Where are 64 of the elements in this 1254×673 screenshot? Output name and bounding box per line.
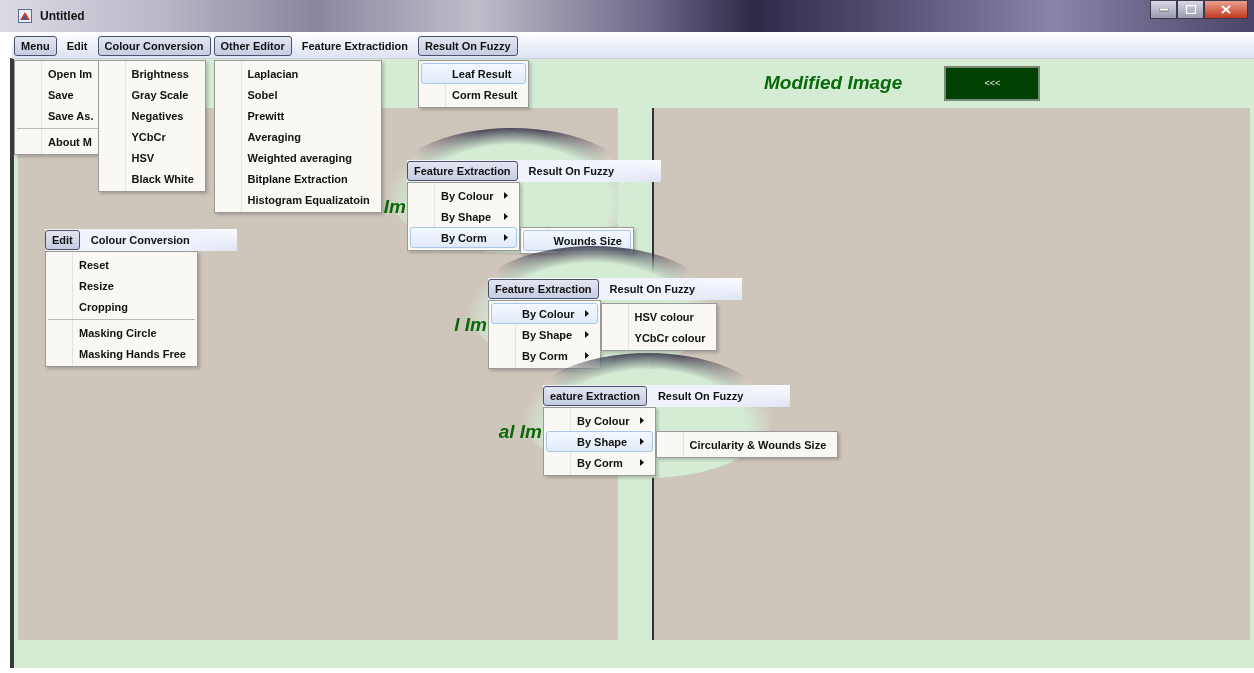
maximize-button[interactable]	[1177, 0, 1204, 19]
modified-image-label: Modified Image	[764, 72, 903, 94]
menu-item[interactable]: Result On Fuzzy	[418, 36, 518, 56]
menu-option[interactable]: Leaf Result	[421, 63, 527, 84]
menu-option[interactable]: YCbCr	[100, 126, 203, 147]
window-title: Untitled	[40, 9, 85, 23]
image-label: l Im	[454, 314, 487, 336]
menu-option[interactable]: HSV	[100, 147, 203, 168]
menu-option[interactable]: By Colour	[410, 185, 517, 206]
menu-option[interactable]: Corm Result	[421, 84, 527, 105]
menu-item[interactable]: Edit	[59, 36, 95, 56]
menu-option[interactable]: Masking Hands Free	[48, 343, 195, 364]
menu-option[interactable]: By Shape	[546, 431, 653, 452]
menu-option[interactable]: Wounds Size	[522, 230, 631, 251]
menu-option[interactable]: Resize	[48, 275, 195, 296]
menu-option[interactable]: YCbCr colour	[603, 327, 715, 348]
close-button[interactable]	[1204, 0, 1248, 19]
menu-option[interactable]: Averaging	[216, 126, 379, 147]
menu-option[interactable]: Laplacian	[216, 63, 379, 84]
minimize-icon	[1158, 7, 1169, 12]
menu-item[interactable]: Colour Conversion	[97, 36, 211, 56]
image-label: Im	[383, 196, 406, 218]
menu-option[interactable]: Save	[17, 84, 103, 105]
menu-item[interactable]: Result On Fuzzy	[650, 386, 751, 406]
menu-item[interactable]: Result On Fuzzy	[521, 161, 622, 181]
menu-option[interactable]: Sobel	[216, 84, 379, 105]
app-icon	[18, 9, 32, 23]
menu-option[interactable]: Brightness	[100, 63, 203, 84]
menu-option[interactable]: Reset	[48, 254, 195, 275]
menu-option[interactable]: Gray Scale	[100, 84, 203, 105]
menu-item[interactable]: Other Editor	[213, 36, 292, 56]
menu-option[interactable]: By Corm	[491, 345, 598, 366]
menu-option[interactable]: Bitplane Extraction	[216, 168, 379, 189]
menu-option[interactable]: Cropping	[48, 296, 195, 317]
menu-item[interactable]: Colour Conversion	[83, 230, 197, 250]
close-icon	[1221, 5, 1231, 14]
menu-option[interactable]: Negatives	[100, 105, 203, 126]
back-button[interactable]: <<<	[944, 65, 1041, 101]
menu-option[interactable]: By Colour	[546, 410, 653, 431]
menu-option[interactable]: About M	[17, 131, 103, 152]
menu-option[interactable]: By Corm	[546, 452, 653, 473]
menu-item[interactable]: Feature Extractidion	[294, 36, 416, 56]
menu-option[interactable]: By Shape	[491, 324, 598, 345]
menu-option[interactable]: By Corm	[410, 227, 517, 248]
image-label: al Im	[498, 421, 542, 443]
menu-option[interactable]: By Shape	[410, 206, 517, 227]
menu-item[interactable]: Menu	[14, 36, 57, 56]
menu-option[interactable]: Weighted averaging	[216, 147, 379, 168]
menu-option[interactable]: Circularity & Wounds Size	[658, 434, 836, 455]
menu-option[interactable]: Open Im	[17, 63, 103, 84]
menu-item[interactable]: eature Extraction	[543, 386, 647, 406]
menu-item[interactable]: Result On Fuzzy	[602, 279, 703, 299]
menu-item[interactable]: Feature Extraction	[488, 279, 599, 299]
maximize-icon	[1185, 5, 1196, 14]
minimize-button[interactable]	[1150, 0, 1177, 19]
menu-option[interactable]: Black White	[100, 168, 203, 189]
menu-item[interactable]: Feature Extraction	[407, 161, 518, 181]
menu-option[interactable]: Prewitt	[216, 105, 379, 126]
menu-option[interactable]: HSV colour	[603, 306, 715, 327]
menu-option[interactable]: Histogram Equalizatoin	[216, 189, 379, 210]
menu-item[interactable]: Edit	[45, 230, 80, 250]
menu-option[interactable]: By Colour	[491, 303, 598, 324]
menu-option[interactable]: Masking Circle	[48, 322, 195, 343]
menu-option[interactable]: Save As.	[17, 105, 103, 126]
